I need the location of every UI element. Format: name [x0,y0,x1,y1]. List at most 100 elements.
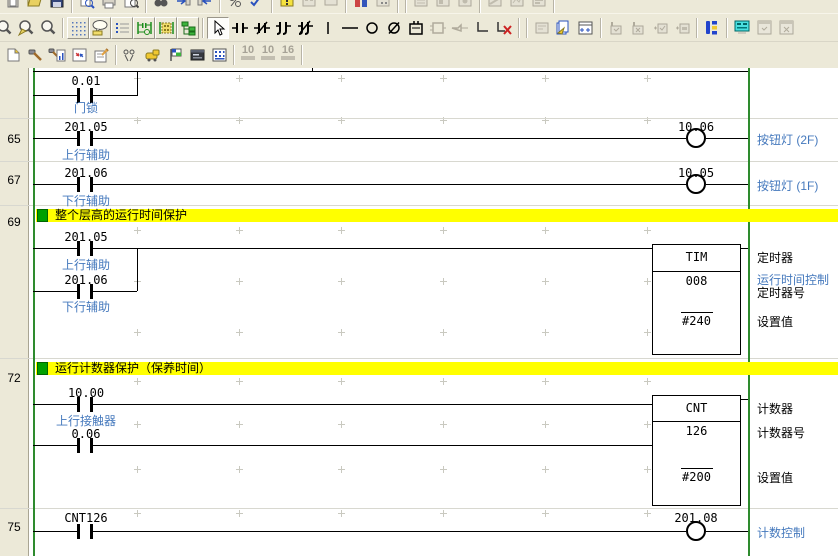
work-online-icon[interactable] [276,0,298,12]
find-icon[interactable] [76,0,98,12]
radix-signed-decimal-button[interactable]: 10 [258,45,278,65]
tool-gray-icon[interactable] [454,0,476,12]
new-line-corner-icon[interactable] [471,17,493,39]
new-view-icon[interactable] [2,44,24,66]
transfer-to-plc-icon[interactable] [172,0,194,12]
rung-number[interactable]: 67 [0,173,28,187]
rung-number[interactable]: 65 [0,132,28,146]
radix-decimal-button[interactable]: 10 [238,45,258,65]
online-edit-gray-icon[interactable] [605,17,627,39]
online-edit-send-icon[interactable] [553,17,575,39]
new-coil-icon[interactable] [361,17,383,39]
rung-marker-icon [37,209,48,222]
show-rung-annotations-icon[interactable] [111,17,133,39]
cross-reference-icon[interactable] [68,44,90,66]
rung-wire [740,399,748,400]
dialog-view-icon[interactable] [186,44,208,66]
new-vertical-line-icon[interactable] [317,17,339,39]
paste-icon[interactable] [2,0,24,12]
show-program-tree-icon[interactable] [177,17,199,39]
rung-comment-banner[interactable]: 整个层高的运行时间保护 [36,209,838,222]
contact-comment: 门锁 [26,99,146,116]
rung-comment-banner[interactable]: 运行计数器保护（保养时间） [36,362,838,375]
contact-comment: 上行辅助 [26,146,146,163]
force-icon[interactable] [350,0,372,12]
coil-operand: 201.08 [656,511,736,525]
open-icon[interactable] [24,0,46,12]
online-edit-commit-gray-icon[interactable] [649,17,671,39]
rung-number[interactable]: 72 [0,371,28,385]
monitor-gray-icon[interactable] [298,0,320,12]
rung-wire [93,445,652,446]
select-mode-icon[interactable] [207,17,229,39]
new-closed-coil-icon[interactable] [383,17,405,39]
branch-wire [137,71,138,96]
new-or-contact-icon[interactable] [273,17,295,39]
contact[interactable] [77,524,94,539]
print-preview-icon[interactable] [120,0,142,12]
window-gray-close-icon[interactable] [775,17,797,39]
new-fb-parameter-icon[interactable] [449,17,471,39]
rung-wire [93,248,652,249]
binary-view-icon[interactable] [372,0,394,12]
transfer-from-plc-icon[interactable] [194,0,216,12]
print-icon[interactable] [98,0,120,12]
new-instruction-icon[interactable] [405,17,427,39]
rung-number[interactable]: 69 [0,215,28,229]
address-reference-icon[interactable] [120,44,142,66]
zoom-fit-icon[interactable] [0,17,15,39]
simulator-icon[interactable] [142,44,164,66]
rung-wire [93,291,137,292]
coil-operand: 10.06 [656,120,736,134]
build-report-icon[interactable] [46,44,68,66]
new-function-block-icon[interactable] [427,17,449,39]
monitor-in-rung-icon[interactable] [155,17,177,39]
tool-gray-icon[interactable] [506,0,528,12]
compare-icon[interactable] [224,0,246,12]
online-edit-begin-icon[interactable] [575,17,597,39]
show-rung-wrapping-icon[interactable] [133,17,155,39]
zoom-out-icon[interactable] [37,17,59,39]
online-edit-cancel-gray-icon[interactable] [627,17,649,39]
edit-gray-icon[interactable] [531,17,553,39]
contact-operand: 0.01 [46,74,126,88]
window-gray-icon[interactable] [753,17,775,39]
rung-number[interactable]: 75 [0,520,28,534]
ladder-diagram-area[interactable]: 0.01 门锁 65 201.05 上行辅助 10.06 按钮灯 (2F) 67… [0,68,838,556]
zoom-in-icon[interactable] [15,17,37,39]
print-gray-icon[interactable] [320,0,342,12]
online-edit-release-gray-icon[interactable] [671,17,693,39]
rung-comment-text: 运行计数器保护（保养时间） [55,362,211,375]
rung-wire [33,291,77,292]
show-comments-icon[interactable] [89,17,111,39]
instruction-operand-2: #240 [653,314,740,328]
tool-gray-icon[interactable] [484,0,506,12]
new-or-closed-contact-icon[interactable] [295,17,317,39]
delete-line-icon[interactable] [493,17,515,39]
memory-view-icon[interactable] [208,44,230,66]
watch-window-icon[interactable] [731,17,753,39]
contact-operand: 201.06 [46,273,126,287]
tool-gray-icon[interactable] [432,0,454,12]
tool-gray-icon[interactable] [528,0,550,12]
timer-instruction-box[interactable]: TIM 008 #240 [652,244,741,355]
new-contact-icon[interactable] [229,17,251,39]
right-power-rail [748,68,750,556]
rung-wire [93,95,137,96]
new-horizontal-line-icon[interactable] [339,17,361,39]
rung-wire [740,248,748,249]
contact-comment: 上行辅助 [26,256,146,273]
edit-properties-icon[interactable] [90,44,112,66]
radix-hex-button[interactable]: 16 [278,45,298,65]
toggle-grid-icon[interactable] [67,17,89,39]
search-binoculars-icon[interactable] [150,0,172,12]
new-closed-contact-icon[interactable] [251,17,273,39]
counter-instruction-box[interactable]: CNT 126 #200 [652,395,741,506]
io-comment-view-icon[interactable] [701,17,723,39]
verify-icon[interactable] [246,0,268,12]
build-icon[interactable] [24,44,46,66]
save-icon[interactable] [46,0,68,12]
monitoring-flag-icon[interactable] [164,44,186,66]
tool-gray-icon[interactable] [410,0,432,12]
contact-operand: 201.05 [46,230,126,244]
